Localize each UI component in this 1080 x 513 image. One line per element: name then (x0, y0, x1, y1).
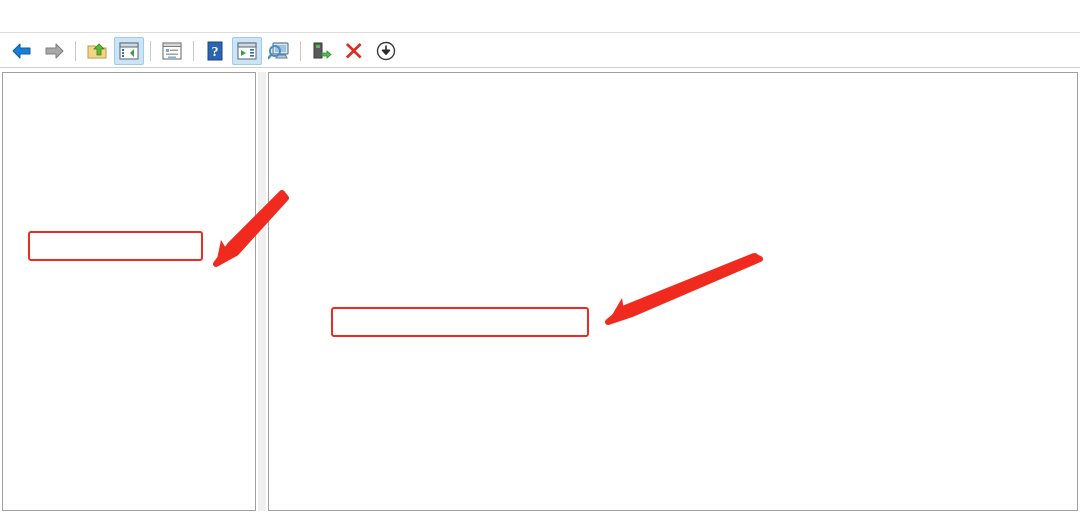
menu-file[interactable] (10, 13, 36, 19)
help-button[interactable]: ? (200, 37, 230, 65)
update-driver-icon (313, 42, 332, 59)
uninstall-device-button[interactable] (339, 37, 369, 65)
toolbar-separator (193, 40, 194, 61)
device-manager-tree (269, 73, 1077, 78)
menu-action[interactable] (36, 13, 62, 19)
properties-icon (162, 41, 182, 60)
menu-view[interactable] (62, 13, 88, 19)
console-tree-panel (2, 72, 256, 511)
show-hide-action-pane-icon (237, 41, 257, 60)
menu-bar (0, 0, 1080, 33)
properties-button[interactable] (157, 37, 187, 65)
show-hide-console-tree-icon (119, 41, 139, 60)
toolbar-separator (150, 40, 151, 61)
back-arrow-icon (12, 43, 31, 58)
disable-device-icon (376, 41, 396, 60)
show-action-pane-button[interactable] (232, 36, 262, 65)
update-driver-button[interactable] (307, 37, 337, 65)
up-folder-icon (87, 42, 107, 58)
console-tree (3, 73, 255, 78)
panel-splitter[interactable] (258, 72, 266, 511)
back-button[interactable] (7, 37, 37, 65)
scan-hardware-changes-button[interactable] (264, 37, 294, 65)
help-icon: ? (207, 41, 223, 60)
forward-button[interactable] (39, 37, 69, 65)
menu-help[interactable] (88, 13, 114, 19)
toolbar-separator (300, 40, 301, 61)
uninstall-device-icon (345, 42, 362, 58)
toolbar: ? (0, 34, 1080, 68)
forward-arrow-icon (45, 43, 64, 58)
disable-device-button[interactable] (371, 37, 401, 65)
svg-text:?: ? (212, 45, 219, 60)
toolbar-separator (75, 40, 76, 61)
show-console-tree-button[interactable] (114, 36, 144, 65)
up-one-level-button[interactable] (82, 37, 112, 65)
device-tree-panel (268, 72, 1078, 511)
scan-hardware-changes-icon (268, 41, 289, 59)
computer-management-window: ? (0, 0, 1080, 513)
